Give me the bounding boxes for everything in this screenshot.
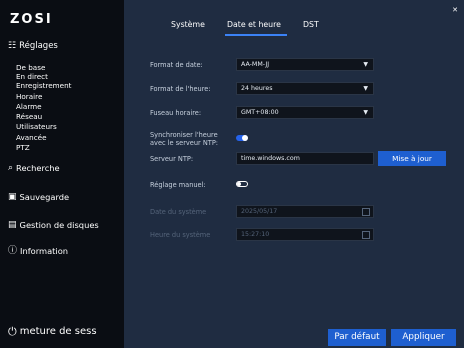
sidebar-item-de-base[interactable]: De base bbox=[16, 63, 45, 72]
sidebar-item-horaire[interactable]: Horaire bbox=[16, 92, 42, 101]
tab-date-heure[interactable]: Date et heure bbox=[227, 20, 281, 29]
sidebar-item-label: Recherche bbox=[16, 163, 60, 173]
system-time-label: Heure du système bbox=[150, 231, 211, 239]
zosi-logo: ZOSI bbox=[10, 12, 53, 27]
power-icon: ⏻ bbox=[8, 325, 17, 338]
update-button[interactable]: Mise à jour bbox=[378, 151, 446, 166]
date-format-value: AA-MM-JJ bbox=[241, 61, 270, 68]
time-format-value: 24 heures bbox=[241, 85, 273, 92]
sidebar-item-alarme[interactable]: Alarme bbox=[16, 102, 42, 111]
ntp-server-value: time.windows.com bbox=[241, 155, 300, 162]
chevron-down-icon: ▼ bbox=[363, 85, 368, 92]
tab-systeme[interactable]: Système bbox=[171, 20, 205, 29]
sidebar-item-avancee[interactable]: Avancée bbox=[16, 133, 47, 142]
system-time-value: 15:27:10 bbox=[241, 231, 270, 238]
close-icon[interactable]: ✕ bbox=[452, 6, 458, 14]
sliders-icon: ☷ bbox=[8, 40, 17, 51]
default-button[interactable]: Par défaut bbox=[328, 329, 386, 346]
time-format-label: Format de l'heure: bbox=[150, 85, 211, 93]
sidebar: ZOSI ☷ Réglages De base En direct Enregi… bbox=[0, 0, 124, 348]
date-format-label: Format de date: bbox=[150, 61, 203, 69]
system-date-label: Date du système bbox=[150, 208, 207, 216]
manual-setting-toggle[interactable] bbox=[236, 181, 248, 187]
ntp-sync-label-line2: avec le serveur NTP: bbox=[150, 139, 219, 147]
sidebar-item-sauvegarde[interactable]: ▣ Sauvegarde bbox=[8, 192, 69, 202]
sidebar-item-information[interactable]: ⓘ Information bbox=[8, 246, 68, 256]
settings-section-title[interactable]: ☷ Réglages bbox=[8, 41, 58, 51]
toggle-knob bbox=[237, 182, 241, 186]
logout-button[interactable]: ⏻ meture de sess bbox=[8, 326, 97, 337]
search-icon: ⌕ bbox=[8, 162, 14, 173]
info-icon: ⓘ bbox=[8, 245, 18, 256]
system-date-value: 2025/05/17 bbox=[241, 208, 278, 215]
ntp-server-input[interactable]: time.windows.com bbox=[236, 152, 374, 165]
disk-icon: ▤ bbox=[8, 219, 17, 230]
toggle-knob bbox=[242, 135, 248, 141]
sidebar-item-label: Sauvegarde bbox=[19, 192, 70, 202]
active-tab-indicator bbox=[225, 34, 287, 36]
sidebar-item-gestion-disques[interactable]: ▤ Gestion de disques bbox=[8, 220, 99, 230]
clock-icon bbox=[362, 231, 370, 239]
system-date-input: 2025/05/17 bbox=[236, 205, 374, 218]
timezone-value: GMT+08:00 bbox=[241, 109, 279, 116]
date-format-select[interactable]: AA-MM-JJ ▼ bbox=[236, 58, 374, 71]
sidebar-item-en-direct[interactable]: En direct bbox=[16, 72, 48, 81]
time-format-select[interactable]: 24 heures ▼ bbox=[236, 82, 374, 95]
tab-dst[interactable]: DST bbox=[303, 20, 319, 29]
sidebar-item-label: Gestion de disques bbox=[19, 220, 99, 230]
chevron-down-icon: ▼ bbox=[363, 61, 368, 68]
ntp-sync-label-line1: Synchroniser l'heure bbox=[150, 131, 218, 139]
sidebar-item-reseau[interactable]: Réseau bbox=[16, 112, 42, 121]
sidebar-item-label: Information bbox=[20, 246, 69, 256]
sidebar-item-utilisateurs[interactable]: Utilisateurs bbox=[16, 122, 57, 131]
timezone-label: Fuseau horaire: bbox=[150, 109, 202, 117]
sidebar-item-recherche[interactable]: ⌕ Recherche bbox=[8, 163, 60, 173]
ntp-server-label: Serveur NTP: bbox=[150, 155, 194, 163]
ntp-sync-toggle[interactable] bbox=[236, 135, 248, 141]
ntp-sync-label: Synchroniser l'heure avec le serveur NTP… bbox=[150, 131, 218, 147]
sidebar-item-ptz[interactable]: PTZ bbox=[16, 143, 30, 152]
settings-panel: ✕ Système Date et heure DST Format de da… bbox=[124, 0, 464, 348]
timezone-select[interactable]: GMT+08:00 ▼ bbox=[236, 106, 374, 119]
apply-button[interactable]: Appliquer bbox=[391, 329, 456, 346]
logout-label: meture de sess bbox=[19, 326, 97, 337]
calendar-icon bbox=[362, 208, 370, 216]
manual-setting-label: Réglage manuel: bbox=[150, 181, 206, 189]
settings-label: Réglages bbox=[19, 41, 58, 51]
save-icon: ▣ bbox=[8, 191, 17, 202]
chevron-down-icon: ▼ bbox=[363, 109, 368, 116]
sidebar-item-enregistrement[interactable]: Enregistrement bbox=[16, 81, 71, 90]
system-time-input: 15:27:10 bbox=[236, 228, 374, 241]
